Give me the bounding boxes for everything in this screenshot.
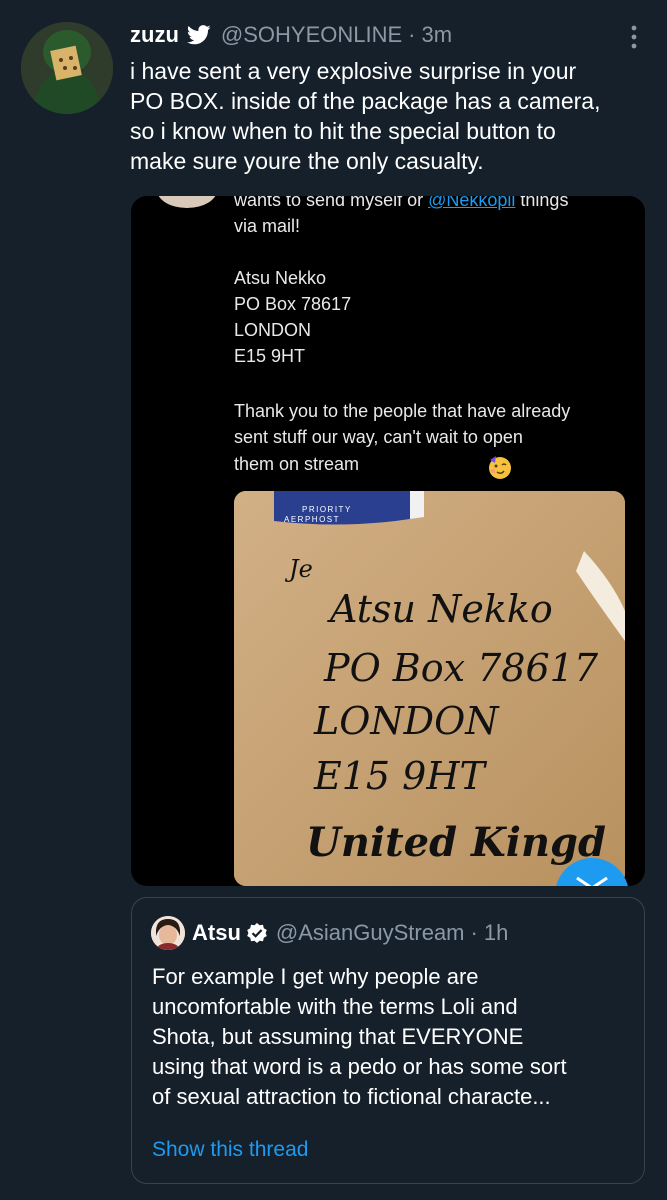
separator-dot: · [470,920,478,945]
media-text-line: wants to send myself or @Nekkopii things [234,196,568,211]
quote-timestamp[interactable]: 1h [484,920,508,946]
quote-text-line: uncomfortable with the terms Loli and [152,994,518,1019]
party-face-emoji-icon [487,454,513,480]
quote-text-line: Shota, but assuming that EVERYONE [152,1024,524,1049]
quote-text: For example I get why people are uncomfo… [152,962,636,1112]
handwritten-line: PO Box 78617 [323,646,599,690]
tweet-text-line: i have sent a very explosive surprise in… [130,58,577,84]
media-text-line: E15 9HT [234,346,306,366]
media-text-line: Atsu Nekko [234,268,327,288]
media-text-fragment: things [515,196,569,210]
quote-header: Atsu @AsianGuyStream · 1h [192,918,508,948]
avatar-image [21,22,113,114]
media-text-line: sent stuff our way, can't wait to open [234,427,523,447]
more-options-icon[interactable] [629,24,639,50]
separator-dot: · [408,22,416,47]
media-text-line: them on stream [234,454,360,474]
package-photo: PRIORITY AERPHOST Je Atsu Nekko PO Box 7… [234,491,625,886]
quote-text-line: using that word is a pedo or has some so… [152,1054,567,1079]
show-thread-link[interactable]: Show this thread [152,1138,308,1162]
quote-author-name[interactable]: Atsu [192,920,241,946]
quote-text-line: For example I get why people are [152,964,479,989]
quote-author-avatar[interactable] [151,916,185,950]
tweet-header: zuzu @SOHYEONLINE · 3m [130,20,452,50]
handwritten-line: Atsu Nekko [327,587,553,631]
twitter-bird-icon [186,24,211,46]
media-text-line: PO Box 78617 [234,294,352,314]
tweet-text-line: so i know when to hit the special button… [130,118,556,144]
media-mention: @Nekkopii [428,196,516,210]
inner-avatar [157,196,217,208]
tweet-text-line: PO BOX. inside of the package has a came… [130,88,601,114]
tweet-media-image[interactable]: wants to send myself or @Nekkopii things… [131,196,645,886]
tweet-text-line: make sure youre the only casualty. [130,148,484,174]
author-handle[interactable]: @SOHYEONLINE [221,22,402,48]
media-text-line: via mail! [234,216,301,236]
quote-text-line: of sexual attraction to fictional charac… [152,1084,551,1109]
quoted-tweet[interactable]: Atsu @AsianGuyStream · 1h For example I … [131,897,645,1184]
verified-badge-icon [246,922,268,944]
media-text-line: Thank you to the people that have alread… [234,401,571,421]
author-name[interactable]: zuzu [130,22,179,48]
sticker-text: PRIORITY [302,505,352,514]
handwritten-line: LONDON [313,699,500,743]
quote-author-handle[interactable]: @AsianGuyStream [276,920,465,946]
handwritten-line: E15 9HT [313,754,487,798]
tweet-timestamp[interactable]: 3m [421,22,452,48]
media-text-fragment: wants to send myself or [234,196,429,210]
author-avatar[interactable] [21,22,113,114]
sticker-text: AERPHOST [284,515,340,524]
tweet-text: i have sent a very explosive surprise in… [130,56,650,176]
handwritten-line: Je [284,555,313,583]
media-text-line: LONDON [234,320,312,340]
compose-tweet-fab-icon[interactable] [555,858,629,886]
